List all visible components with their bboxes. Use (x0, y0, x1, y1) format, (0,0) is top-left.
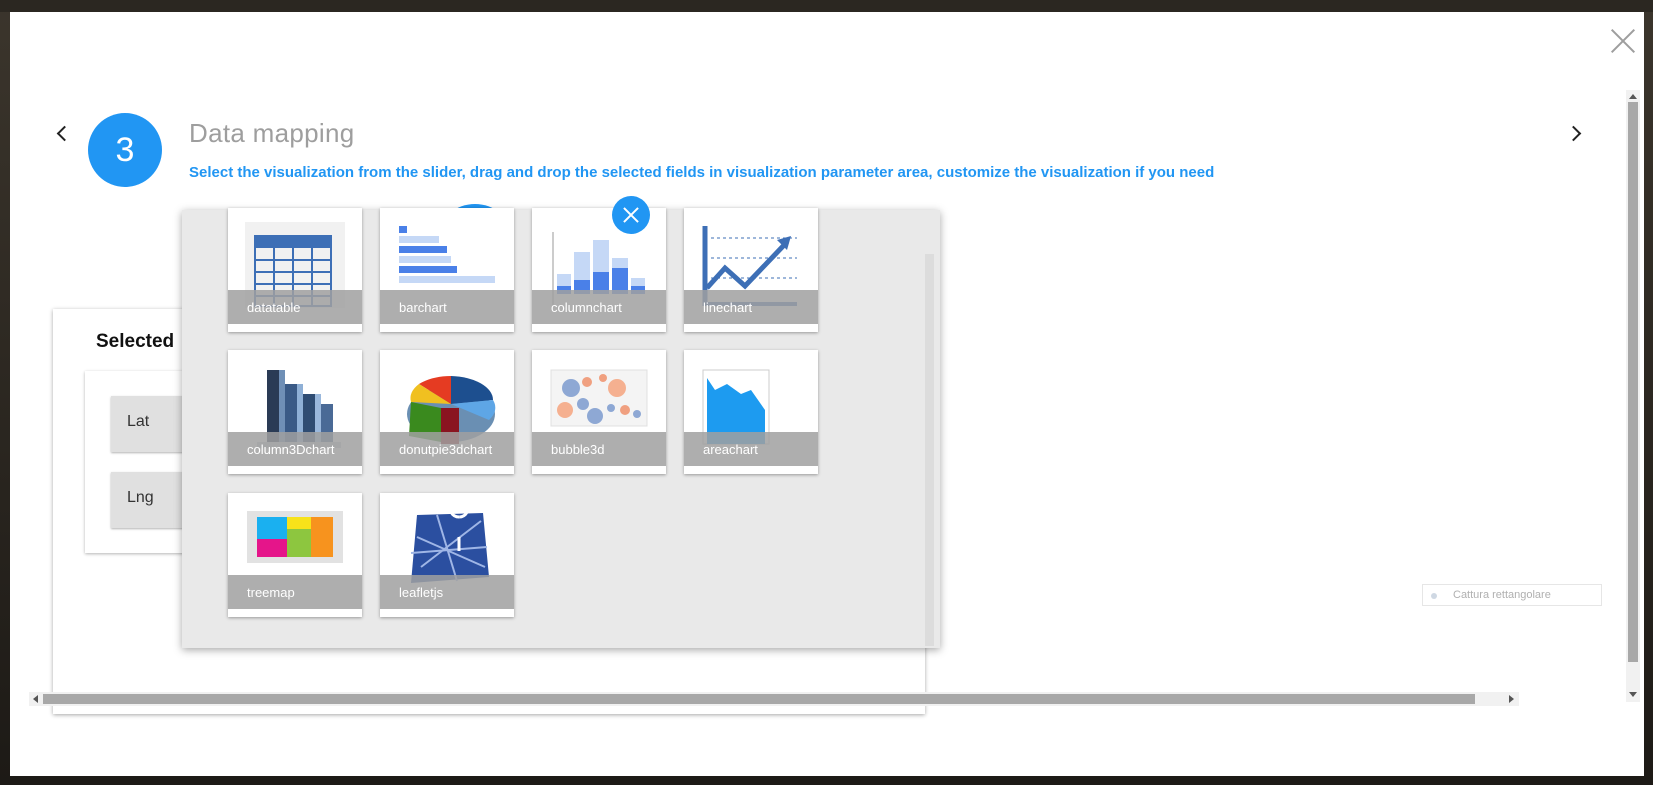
horizontal-scroll-thumb[interactable] (43, 694, 1475, 704)
viz-tile-treemap[interactable]: treemap (228, 493, 362, 617)
wizard-modal: 3 Data mapping Select the visualization … (10, 12, 1644, 776)
viz-tile-label: datatable (228, 290, 362, 324)
scroll-up-icon[interactable] (1629, 94, 1637, 99)
picker-scrollbar[interactable] (925, 254, 934, 646)
viz-tile-areachart[interactable]: areachart (684, 350, 818, 474)
viz-tile-datatable[interactable]: datatable (228, 208, 362, 332)
selected-fields-title: Selected (96, 331, 175, 352)
viz-tile-donutpie3dchart[interactable]: donutpie3dchart (380, 350, 514, 474)
viz-tile-barchart[interactable]: barchart (380, 208, 514, 332)
step-number-badge: 3 (88, 113, 162, 187)
viz-tile-label: donutpie3dchart (380, 432, 514, 466)
scroll-left-icon[interactable] (33, 695, 38, 703)
wizard-viewport: 3 Data mapping Select the visualization … (10, 90, 1635, 750)
viz-tile-column3dchart[interactable]: column3Dchart (228, 350, 362, 474)
viz-tile-label: areachart (684, 432, 818, 466)
viz-tile-label: linechart (684, 290, 818, 324)
viz-tile-leafletjs[interactable]: leafletjs (380, 493, 514, 617)
close-visualization-picker-icon[interactable] (612, 196, 650, 234)
background-strip (0, 0, 1653, 12)
viz-tile-linechart[interactable]: linechart (684, 208, 818, 332)
viz-tile-label: bubble3d (532, 432, 666, 466)
viz-tile-label: barchart (380, 290, 514, 324)
snip-tool-badge: Cattura rettangolare (1422, 584, 1602, 606)
step-title: Data mapping (189, 118, 355, 148)
viz-tile-label: treemap (228, 575, 362, 609)
scroll-down-icon[interactable] (1629, 692, 1637, 697)
chevron-right-icon[interactable] (1565, 123, 1585, 143)
viz-tile-label: leafletjs (380, 575, 514, 609)
chevron-left-icon[interactable] (53, 123, 73, 143)
vertical-scroll-thumb[interactable] (1628, 102, 1638, 662)
horizontal-scrollbar[interactable] (29, 692, 1519, 706)
vertical-scrollbar[interactable] (1626, 90, 1640, 702)
snip-dot-icon (1431, 593, 1437, 599)
viz-tile-label: column3Dchart (228, 432, 362, 466)
snip-tool-label: Cattura rettangolare (1453, 589, 1551, 601)
scroll-right-icon[interactable] (1509, 695, 1514, 703)
close-icon[interactable] (1610, 28, 1636, 54)
viz-tile-label: columnchart (532, 290, 666, 324)
viz-tile-bubble3d[interactable]: bubble3d (532, 350, 666, 474)
step-subtitle: Select the visualization from the slider… (189, 164, 1215, 181)
visualization-picker: datatable barchart columnchart linechart… (182, 208, 940, 648)
